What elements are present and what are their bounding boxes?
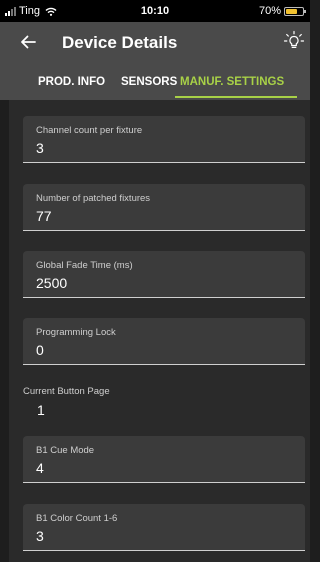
field-value: 77 (36, 208, 52, 224)
tab-bar: PROD. INFO SENSORS MANUF. SETTINGS (0, 72, 310, 100)
field-value: 2500 (36, 275, 68, 291)
field-label: Programming Lock (36, 327, 116, 338)
patched-fixtures-field[interactable]: Number of patched fixtures 77 (23, 184, 305, 231)
global-fade-time-field[interactable]: Global Fade Time (ms) 2500 (23, 251, 305, 298)
active-tab-indicator (175, 96, 297, 98)
field-label: B1 Color Count 1-6 (36, 513, 118, 524)
field-value: 3 (36, 140, 44, 156)
field-value: 0 (36, 342, 44, 358)
field-value: 4 (36, 460, 44, 476)
current-button-page-label: Current Button Page (23, 386, 110, 397)
battery-fill (286, 8, 298, 14)
field-label: Global Fade Time (ms) (36, 260, 133, 271)
status-bar: Ting 10:10 70% (0, 0, 310, 22)
field-label: Channel count per fixture (36, 125, 143, 136)
settings-list: Channel count per fixture 3 Number of pa… (9, 100, 310, 562)
programming-lock-field[interactable]: Programming Lock 0 (23, 318, 305, 365)
channel-count-field[interactable]: Channel count per fixture 3 (23, 116, 305, 163)
field-label: B1 Cue Mode (36, 445, 95, 456)
tab-prod-info[interactable]: PROD. INFO (38, 76, 105, 88)
battery-percent: 70% (258, 5, 281, 17)
arrow-left-icon[interactable] (18, 32, 38, 52)
b1-color-count-field[interactable]: B1 Color Count 1-6 3 (23, 504, 305, 551)
tab-sensors[interactable]: SENSORS (121, 76, 177, 88)
field-label: Number of patched fixtures (36, 193, 151, 204)
tab-manuf-settings[interactable]: MANUF. SETTINGS (180, 76, 284, 88)
battery-area: 70% (258, 5, 306, 17)
app-header: Device Details PROD. INFO SENSORS MANUF.… (0, 22, 310, 100)
page-title: Device Details (62, 33, 178, 52)
battery-icon (284, 6, 306, 16)
lightbulb-icon[interactable] (282, 29, 306, 53)
field-value: 3 (36, 528, 44, 544)
b1-cue-mode-field[interactable]: B1 Cue Mode 4 (23, 436, 305, 483)
current-button-page-value: 1 (37, 402, 45, 418)
